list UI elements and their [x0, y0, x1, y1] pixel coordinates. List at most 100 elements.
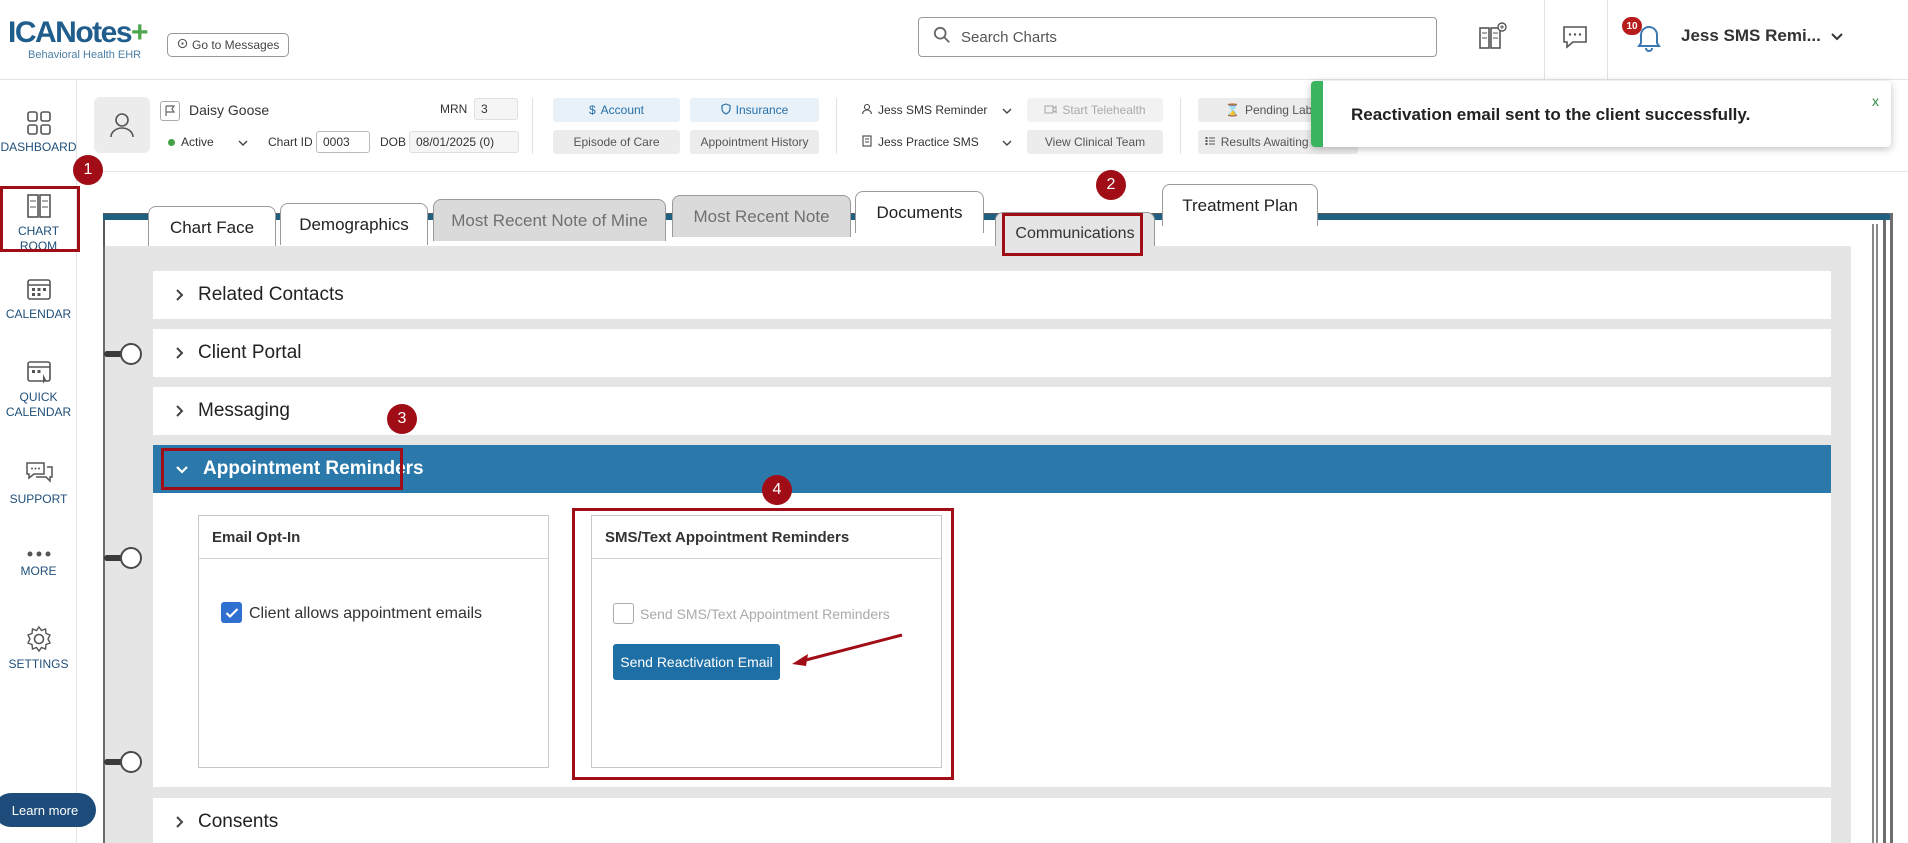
- check-icon: [225, 607, 238, 618]
- go-to-messages-label: Go to Messages: [192, 38, 280, 52]
- hourglass-icon: ⌛: [1224, 103, 1240, 117]
- search-placeholder: Search Charts: [961, 28, 1057, 46]
- quick-calendar-icon: [26, 361, 51, 384]
- go-to-messages-button[interactable]: Go to Messages: [167, 33, 290, 57]
- app-logo[interactable]: ICANotes+ Behavioral Health EHR: [8, 16, 163, 62]
- message-icon: [177, 38, 188, 52]
- add-chart-icon[interactable]: [1475, 20, 1509, 54]
- sidebar-item-calendar[interactable]: CALENDAR: [0, 275, 77, 322]
- account-button[interactable]: $ Account: [553, 98, 680, 122]
- dob-value: 08/01/2025 (0): [409, 131, 519, 153]
- chevron-right-icon: [175, 288, 184, 302]
- email-opt-in-checkbox[interactable]: [221, 602, 242, 623]
- more-icon: [27, 551, 50, 557]
- chat-icon[interactable]: [1558, 20, 1592, 54]
- building-icon: [861, 134, 873, 150]
- practice-select[interactable]: Jess Practice SMS: [853, 130, 1018, 154]
- chevron-down-icon: [238, 135, 248, 149]
- appointment-history-button[interactable]: Appointment History: [690, 130, 819, 154]
- section-title: Client Portal: [198, 342, 302, 363]
- flag-button[interactable]: [160, 101, 180, 121]
- gear-icon: [26, 625, 51, 653]
- sidebar-item-label: MORE: [20, 564, 57, 578]
- chart-id-input[interactable]: 0003: [316, 131, 370, 153]
- insurance-button[interactable]: Insurance: [690, 98, 819, 122]
- provider-value: Jess SMS Reminder: [878, 103, 988, 117]
- practice-value: Jess Practice SMS: [878, 135, 979, 149]
- dashboard-icon: [26, 111, 51, 135]
- sidebar-item-quick-calendar[interactable]: QUICK CALENDAR: [0, 358, 77, 420]
- user-icon: [110, 113, 134, 138]
- tab-demographics[interactable]: Demographics: [280, 203, 428, 245]
- section-title: Related Contacts: [198, 284, 344, 305]
- section-client-portal[interactable]: Client Portal: [153, 329, 1831, 377]
- annotation-number: 2: [1096, 170, 1126, 200]
- section-consents[interactable]: Consents: [153, 798, 1831, 843]
- search-charts-input[interactable]: Search Charts: [918, 17, 1437, 57]
- chevron-right-icon: [175, 404, 184, 418]
- sidebar-item-label: QUICK CALENDAR: [5, 390, 72, 419]
- support-icon: [25, 462, 53, 483]
- checklist-icon: [1205, 135, 1216, 149]
- sidebar-item-more[interactable]: MORE: [0, 548, 77, 579]
- mrn-value: 3: [474, 98, 518, 120]
- annotation-number: 1: [73, 155, 103, 185]
- user-name: Jess SMS Remi...: [1681, 26, 1821, 45]
- annotation-number: 4: [762, 475, 792, 505]
- avatar[interactable]: [94, 97, 150, 153]
- email-opt-in-card: Email Opt-In: [198, 515, 549, 768]
- tab-treatment-plan[interactable]: Treatment Plan: [1162, 184, 1318, 226]
- view-clinical-team-button[interactable]: View Clinical Team: [1027, 130, 1163, 154]
- annotation-box-chart-room: [0, 186, 80, 252]
- chevron-right-icon: [175, 346, 184, 360]
- chevron-down-icon: [1831, 26, 1843, 46]
- toast-close-button[interactable]: x: [1872, 93, 1879, 109]
- flag-icon: [165, 105, 176, 116]
- account-label: Account: [600, 103, 645, 117]
- top-bar: ICANotes+ Behavioral Health EHR Go to Me…: [0, 0, 1908, 80]
- sidebar-item-settings[interactable]: SETTINGS: [0, 625, 77, 672]
- binder-ring: [104, 751, 142, 773]
- sidebar-item-label: SUPPORT: [9, 492, 68, 506]
- sidebar-item-dashboard[interactable]: DASHBOARD: [0, 110, 77, 155]
- status-select[interactable]: Active: [160, 131, 260, 153]
- header-divider: [532, 98, 533, 154]
- video-icon: [1044, 103, 1057, 117]
- binder-ring: [104, 547, 142, 569]
- provider-select[interactable]: Jess SMS Reminder: [853, 98, 1018, 122]
- toast-message: Reactivation email sent to the client su…: [1351, 105, 1751, 124]
- chevron-right-icon: [175, 815, 184, 829]
- chart-id-label: Chart ID: [268, 135, 313, 149]
- section-appointment-reminders[interactable]: Appointment Reminders: [153, 445, 1831, 493]
- chevron-down-icon: [1002, 103, 1012, 117]
- tab-documents[interactable]: Documents: [855, 191, 984, 233]
- learn-more-button[interactable]: Learn more: [0, 793, 96, 827]
- sidebar-item-support[interactable]: SUPPORT: [0, 460, 77, 507]
- section-related-contacts[interactable]: Related Contacts: [153, 271, 1831, 319]
- insurance-label: Insurance: [735, 103, 789, 117]
- annotation-arrow-icon: [792, 633, 903, 666]
- logo-text: ICANotes+: [8, 16, 149, 49]
- section-title: Consents: [198, 811, 279, 832]
- user-menu[interactable]: Jess SMS Remi...: [1681, 26, 1843, 46]
- annotation-box-communications: [1002, 213, 1143, 256]
- tab-most-recent-note-of-mine[interactable]: Most Recent Note of Mine: [433, 199, 666, 241]
- annotation-number: 3: [387, 404, 417, 434]
- sidebar-item-label: DASHBOARD: [0, 140, 77, 154]
- shield-icon: [721, 102, 731, 118]
- header-divider: [1180, 98, 1181, 154]
- annotation-box-appointment-reminders: [161, 448, 403, 490]
- status-dot: [168, 138, 175, 146]
- status-value: Active: [181, 135, 214, 149]
- email-opt-in-label: Client allows appointment emails: [249, 605, 482, 622]
- dollar-icon: $: [588, 103, 596, 117]
- dob-label: DOB: [380, 135, 407, 149]
- card-title: Email Opt-In: [199, 516, 548, 559]
- episode-of-care-button[interactable]: Episode of Care: [553, 130, 680, 154]
- calendar-icon: [26, 279, 51, 300]
- start-telehealth-button[interactable]: Start Telehealth: [1027, 98, 1163, 122]
- tab-chart-face[interactable]: Chart Face: [148, 206, 276, 248]
- tab-most-recent-note[interactable]: Most Recent Note: [672, 195, 851, 237]
- provider-icon: [861, 103, 873, 118]
- binder-ring: [104, 343, 142, 365]
